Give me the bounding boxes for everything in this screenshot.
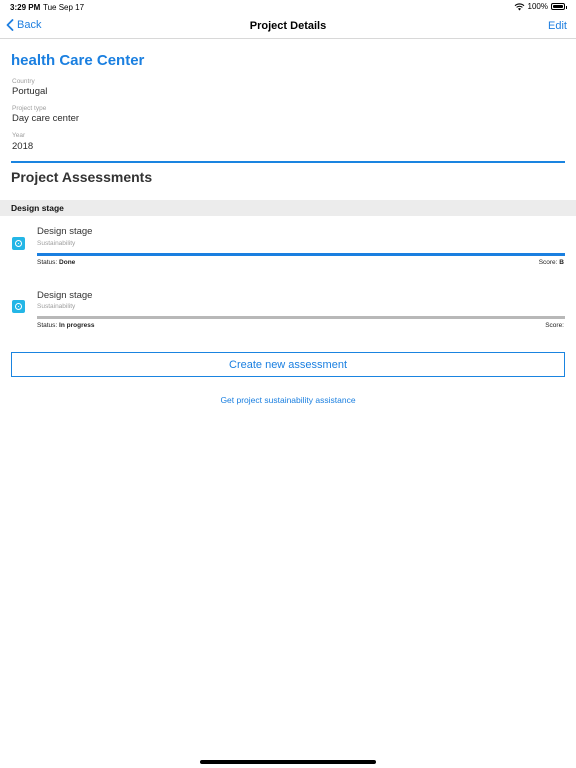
group-title: Design stage	[11, 203, 64, 213]
country-value: Portugal	[12, 86, 48, 97]
section-title: Project Assessments	[11, 169, 153, 185]
status-time: 3:29 PM	[10, 3, 41, 12]
status-date: Tue Sep 17	[43, 3, 85, 12]
sustainability-icon	[12, 300, 25, 313]
create-assessment-button[interactable]: Create new assessment	[11, 352, 565, 377]
group-header: Design stage	[0, 200, 576, 216]
assessment-title: Design stage	[37, 226, 93, 237]
nav-bar: Back Project Details Edit	[0, 14, 576, 39]
assessment-title: Design stage	[37, 290, 93, 301]
assessment-progress-fill	[37, 253, 565, 256]
score-value: B	[559, 259, 564, 266]
year-value: 2018	[12, 141, 34, 152]
assessment-status: Status: In progress	[37, 322, 94, 329]
assessment-progress-track	[37, 253, 565, 256]
sustainability-assistance-link[interactable]: Get project sustainability assistance	[0, 395, 576, 405]
assessment-score: Score:	[545, 322, 564, 329]
project-type-value: Day care center	[12, 113, 80, 124]
project-type-label: Project type	[12, 105, 47, 112]
country-label: Country	[12, 78, 35, 85]
sustainability-icon	[12, 237, 25, 250]
status-bar: 3:29 PM Tue Sep 17 100%	[0, 0, 576, 14]
score-label: Score:	[545, 322, 564, 329]
project-name: health Care Center	[11, 52, 145, 69]
year-label: Year	[12, 132, 26, 139]
assessment-subtitle: Sustainability	[37, 303, 76, 310]
status-value: Done	[59, 259, 76, 266]
battery-icon	[551, 3, 567, 10]
status-right: 100%	[514, 2, 567, 11]
assessment-status: Status: Done	[37, 259, 75, 266]
status-label: Status:	[37, 322, 58, 329]
home-indicator	[200, 760, 376, 764]
wifi-icon	[514, 2, 524, 10]
assessment-subtitle: Sustainability	[37, 240, 76, 247]
assessment-score: Score: B	[539, 259, 564, 266]
assessment-progress-track	[37, 316, 565, 319]
edit-button[interactable]: Edit	[548, 20, 567, 32]
status-value: In progress	[59, 322, 95, 329]
battery-percent: 100%	[527, 2, 548, 11]
section-divider	[11, 161, 565, 163]
status-label: Status:	[37, 259, 58, 266]
page-title: Project Details	[249, 20, 327, 32]
score-label: Score:	[538, 259, 558, 266]
